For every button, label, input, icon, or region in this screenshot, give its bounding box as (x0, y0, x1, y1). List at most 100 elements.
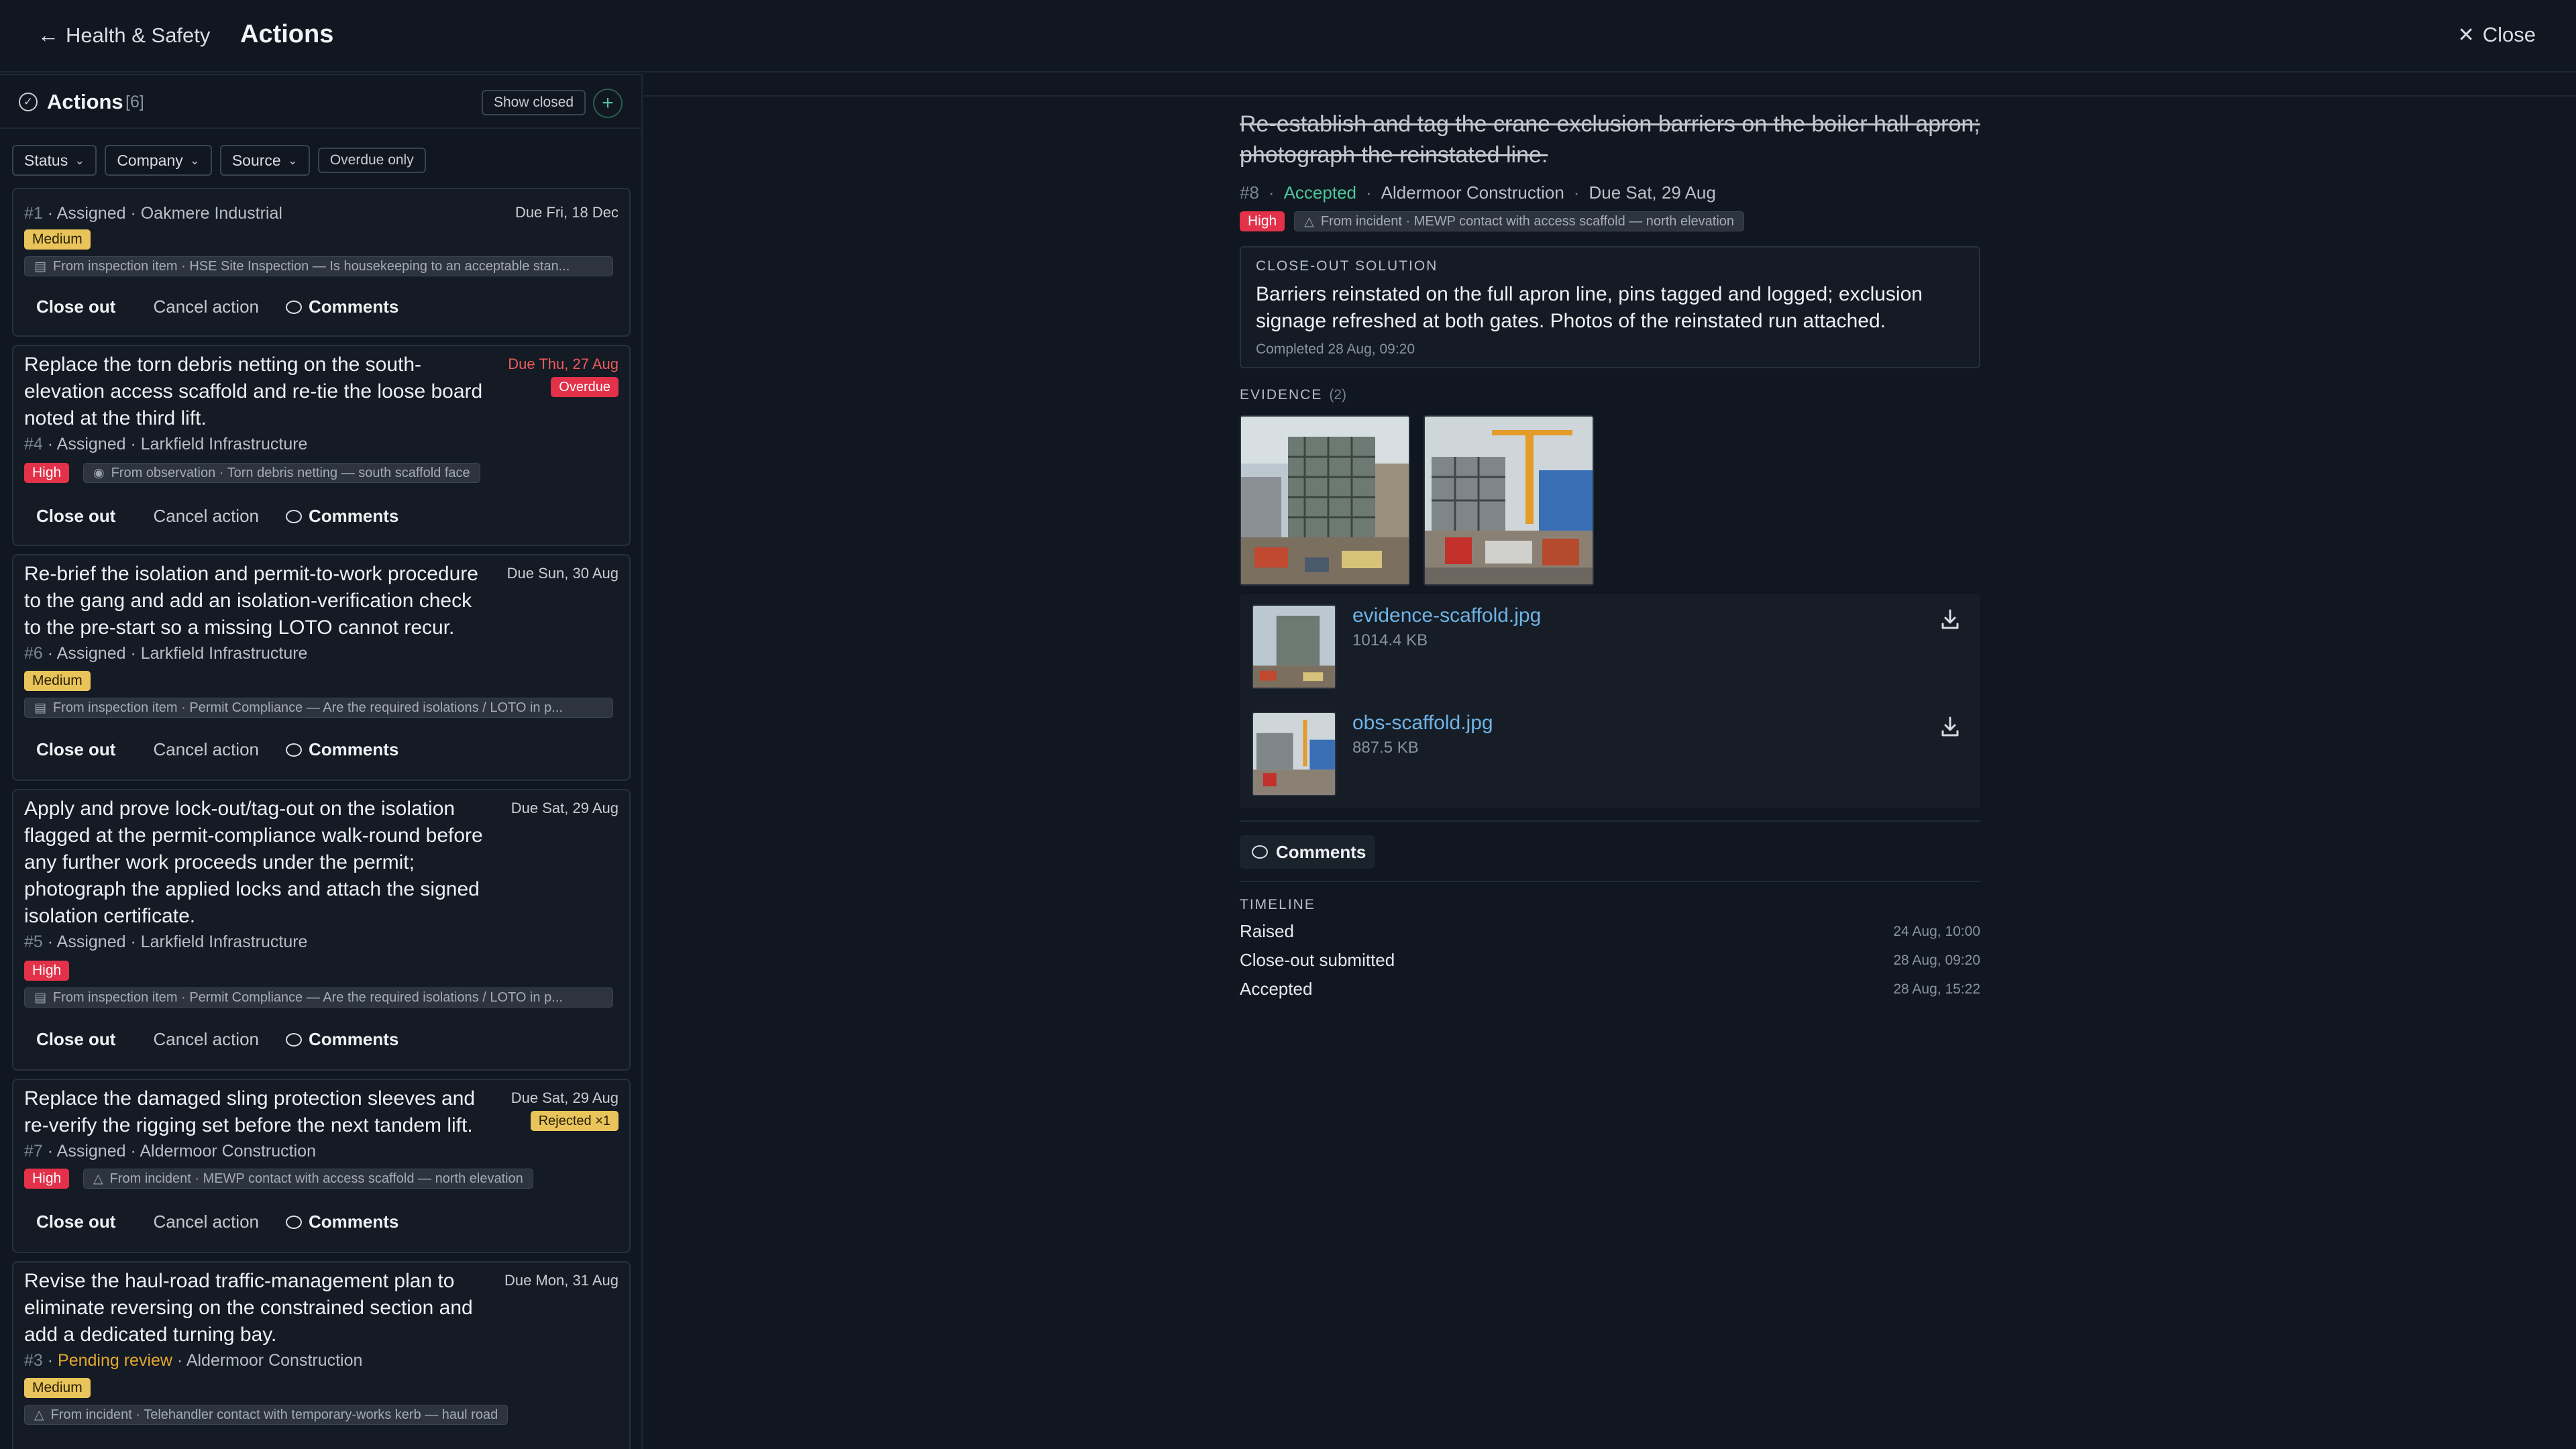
evidence-thumbnail[interactable] (1424, 415, 1594, 586)
card-company: Larkfield Infrastructure (140, 932, 308, 951)
comments-button[interactable]: Comments (286, 1212, 398, 1232)
action-card[interactable]: #1 · Assigned · Oakmere Industrial Due F… (12, 188, 631, 337)
file-name-link[interactable]: evidence-scaffold.jpg (1352, 604, 1541, 627)
detail-tags: High △ From incident · MEWP contact with… (1240, 211, 1980, 231)
filter-source-label: Source (231, 151, 281, 169)
close-out-button[interactable]: Close out (36, 1029, 115, 1050)
filter-source[interactable]: Source ⌄ (219, 145, 310, 176)
download-icon[interactable] (1940, 716, 1960, 739)
detail-divider (644, 95, 2576, 97)
card-company: Oakmere Industrial (140, 204, 282, 223)
action-card[interactable]: Replace the damaged sling protection sle… (12, 1079, 631, 1253)
card-meta: #1 · Assigned · Oakmere Industrial (24, 204, 282, 223)
meta-separator: · (1366, 182, 1372, 203)
action-card[interactable]: Re-brief the isolation and permit-to-wor… (12, 554, 631, 781)
check-circle-icon: ✓ (19, 93, 38, 111)
card-title: Apply and prove lock-out/tag-out on the … (24, 798, 483, 927)
completed-timestamp: Completed 28 Aug, 09:20 (1256, 341, 1415, 357)
comments-label: Comments (309, 297, 399, 317)
comments-button[interactable]: Comments (286, 506, 398, 527)
card-actions: Close out Cancel action Comments (36, 506, 398, 527)
close-out-button[interactable]: Close out (36, 1212, 115, 1232)
clipboard-icon: ▤ (34, 990, 46, 1005)
card-actions: Close out Cancel action Comments (36, 739, 398, 760)
download-icon[interactable] (1940, 608, 1960, 631)
card-title: Replace the damaged sling protection sle… (24, 1087, 476, 1136)
comments-button[interactable]: Comments (286, 739, 398, 760)
detail-comments-button[interactable]: Comments (1240, 835, 1375, 869)
card-company: Aldermoor Construction (140, 1142, 316, 1161)
timeline-time: 28 Aug, 15:22 (1893, 981, 1980, 997)
card-company: Larkfield Infrastructure (140, 644, 308, 663)
close-icon: ✕ (2457, 23, 2475, 46)
card-actions: Close out Cancel action Comments (36, 297, 398, 317)
close-button[interactable]: ✕ Close (2458, 23, 2536, 47)
chevron-down-icon: ⌄ (74, 153, 85, 167)
timeline-time: 28 Aug, 09:20 (1893, 952, 1980, 968)
warning-icon: △ (34, 1407, 44, 1422)
show-closed-button[interactable]: Show closed (482, 90, 586, 115)
cancel-action-button[interactable]: Cancel action (153, 1029, 259, 1050)
comments-button[interactable]: Comments (286, 297, 398, 317)
card-number: #5 (24, 932, 43, 951)
cancel-action-button[interactable]: Cancel action (153, 506, 259, 527)
timeline-row: Raised 24 Aug, 10:00 (1240, 921, 1980, 942)
priority-badge: Medium (24, 671, 91, 691)
source-tag: △ From incident · Telehandler contact wi… (24, 1405, 508, 1425)
evidence-file-list: evidence-scaffold.jpg 1014.4 KB obs-scaf… (1240, 594, 1980, 808)
clipboard-icon: ▤ (34, 259, 46, 274)
timeline-time: 24 Aug, 10:00 (1893, 923, 1980, 939)
warning-icon: △ (1304, 214, 1314, 229)
file-size: 887.5 KB (1352, 739, 1419, 757)
filter-overdue-only[interactable]: Overdue only (317, 148, 426, 173)
card-actions: Close out Cancel action Comments (36, 1212, 398, 1232)
comment-icon (286, 743, 302, 757)
detail-meta: #8 · Accepted · Aldermoor Construction ·… (1240, 182, 1980, 203)
page-title: Actions (240, 20, 334, 48)
filter-company-label: Company (117, 151, 183, 169)
action-card[interactable]: Apply and prove lock-out/tag-out on the … (12, 789, 631, 1071)
close-button-label: Close (2482, 23, 2536, 46)
close-out-button[interactable]: Close out (36, 739, 115, 760)
cancel-action-button[interactable]: Cancel action (153, 1212, 259, 1232)
detail-due-date: Due Sat, 29 Aug (1589, 182, 1716, 203)
back-link[interactable]: ← Health & Safety (38, 23, 210, 48)
comments-label: Comments (309, 506, 399, 526)
comment-icon (286, 509, 302, 523)
detail-company: Aldermoor Construction (1381, 182, 1564, 203)
filter-status[interactable]: Status ⌄ (12, 145, 97, 176)
file-thumbnail[interactable] (1252, 604, 1336, 689)
actions-list-panel: ✓ Actions [6] Show closed + Status ⌄ Com… (0, 74, 643, 1449)
evidence-file: evidence-scaffold.jpg 1014.4 KB (1240, 594, 1980, 701)
comments-button[interactable]: Comments (286, 1029, 398, 1050)
card-status: Assigned (56, 644, 126, 663)
close-out-button[interactable]: Close out (36, 506, 115, 527)
file-name-link[interactable]: obs-scaffold.jpg (1352, 712, 1493, 735)
top-bar: ← Health & Safety Actions ✕ Close (0, 0, 2576, 72)
construction-photo-image (1253, 606, 1335, 688)
comment-icon (286, 1215, 302, 1229)
close-out-button[interactable]: Close out (36, 297, 115, 317)
detail-status: Accepted (1283, 182, 1356, 203)
detail-title: Re-establish and tag the crane exclusion… (1240, 111, 1980, 168)
card-due-date: Due Mon, 31 Aug (504, 1272, 619, 1289)
cancel-action-button[interactable]: Cancel action (153, 739, 259, 760)
evidence-thumbnail[interactable] (1240, 415, 1410, 586)
action-card[interactable]: Replace the torn debris netting on the s… (12, 345, 631, 546)
priority-badge: High (24, 463, 70, 483)
source-tag: ◉ From observation · Torn debris netting… (83, 463, 480, 483)
source-tag-text: From inspection item · Permit Compliance… (52, 989, 563, 1005)
card-due-date: Due Sat, 29 Aug (511, 1089, 619, 1106)
detail-number: #8 (1240, 182, 1259, 203)
solution-label: CLOSE-OUT SOLUTION (1256, 258, 1438, 274)
file-thumbnail[interactable] (1252, 712, 1336, 796)
chevron-down-icon: ⌄ (189, 153, 200, 167)
comments-label: Comments (309, 739, 399, 759)
filter-company[interactable]: Company ⌄ (105, 145, 212, 176)
cancel-action-button[interactable]: Cancel action (153, 297, 259, 317)
priority-badge: Medium (24, 229, 91, 250)
card-company: Aldermoor Construction (186, 1351, 363, 1370)
action-card[interactable]: Revise the haul-road traffic-management … (12, 1261, 631, 1449)
add-action-button[interactable]: + (593, 89, 623, 118)
divider (1240, 881, 1980, 882)
